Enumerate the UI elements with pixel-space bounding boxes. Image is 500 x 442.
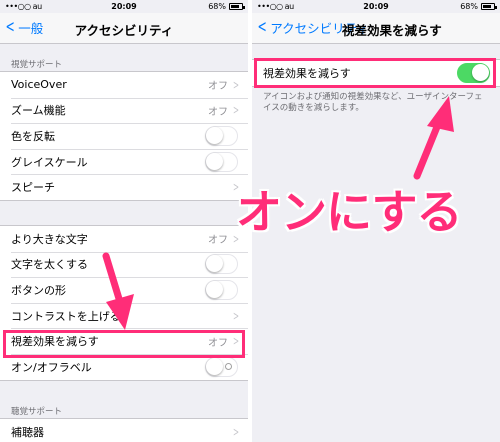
page-title: アクセシビリティ xyxy=(74,23,174,38)
chevron-right-icon: > xyxy=(232,103,239,118)
pointer-arrow-icon xyxy=(102,252,134,330)
toggle-knob xyxy=(206,126,223,144)
chevron-right-icon: > xyxy=(232,308,239,323)
button-shapes-toggle[interactable] xyxy=(205,279,238,300)
chevron-right-icon: > xyxy=(232,77,239,92)
nav-bar: < 一般 アクセシビリティ xyxy=(0,13,248,44)
row-label: ズーム機能 xyxy=(11,104,66,118)
row-value: オフ xyxy=(208,235,228,247)
row-speech[interactable]: スピーチ > xyxy=(0,174,248,200)
status-bar: •••○○ au 20:09 68% xyxy=(252,0,500,13)
row-label: VoiceOver xyxy=(11,78,67,92)
bold-text-toggle[interactable] xyxy=(205,254,238,275)
row-value: オフ xyxy=(208,81,228,93)
toggle-knob xyxy=(206,255,223,273)
chevron-left-icon: < xyxy=(257,17,267,37)
battery-percent: 68% xyxy=(208,2,226,11)
pointer-arrow-icon xyxy=(413,96,454,180)
settings-group-vision: VoiceOver オフ > ズーム機能 オフ > 色を反転 グレイスケール ス… xyxy=(0,71,248,201)
row-label: より大きな文字 xyxy=(11,232,88,246)
off-label-icon xyxy=(225,362,232,370)
battery-indicator: 68% xyxy=(208,2,245,11)
toggle-knob xyxy=(206,152,223,170)
row-grayscale: グレイスケール xyxy=(0,148,248,175)
row-invert-colors: 色を反転 xyxy=(0,123,248,149)
row-hearing-aids[interactable]: 補聴器 > xyxy=(0,419,248,442)
row-value: オフ xyxy=(208,106,228,118)
row-label: グレイスケール xyxy=(11,155,88,169)
row-label: 色を反転 xyxy=(11,129,55,143)
row-label: ボタンの形 xyxy=(11,283,66,297)
reduce-motion-highlight xyxy=(254,58,496,88)
page-title: 視差効果を減らす xyxy=(342,23,442,38)
section-header-vision: 視覚サポート xyxy=(11,60,63,70)
row-zoom[interactable]: ズーム機能 オフ > xyxy=(0,97,248,124)
invert-colors-toggle[interactable] xyxy=(205,125,238,146)
battery-icon xyxy=(481,3,497,10)
battery-percent: 68% xyxy=(460,2,478,11)
section-header-hearing: 聴覚サポート xyxy=(11,407,63,417)
row-label: オン/オフラベル xyxy=(11,360,92,374)
row-larger-text[interactable]: より大きな文字 オフ > xyxy=(0,226,248,252)
chevron-right-icon: > xyxy=(232,424,239,439)
annotation-label: オンにする xyxy=(235,184,463,240)
on-off-labels-toggle[interactable] xyxy=(205,356,238,377)
status-bar: •••○○ au 20:09 68% xyxy=(0,0,248,13)
toggle-knob xyxy=(206,357,223,375)
grayscale-toggle[interactable] xyxy=(205,151,238,172)
battery-indicator: 68% xyxy=(460,2,497,11)
settings-group-hearing: 補聴器 > xyxy=(0,418,248,442)
toggle-knob xyxy=(206,280,223,298)
nav-bar: < アクセシビリティ 視差効果を減らす xyxy=(252,13,500,44)
battery-icon xyxy=(229,3,245,10)
row-label: スピーチ xyxy=(11,181,55,195)
row-label: 文字を太くする xyxy=(11,258,88,272)
row-voiceover[interactable]: VoiceOver オフ > xyxy=(0,72,248,98)
row-label: 補聴器 xyxy=(11,425,44,439)
accessibility-screen: •••○○ au 20:09 68% < 一般 アクセシビリティ 視覚サポート … xyxy=(0,0,248,442)
